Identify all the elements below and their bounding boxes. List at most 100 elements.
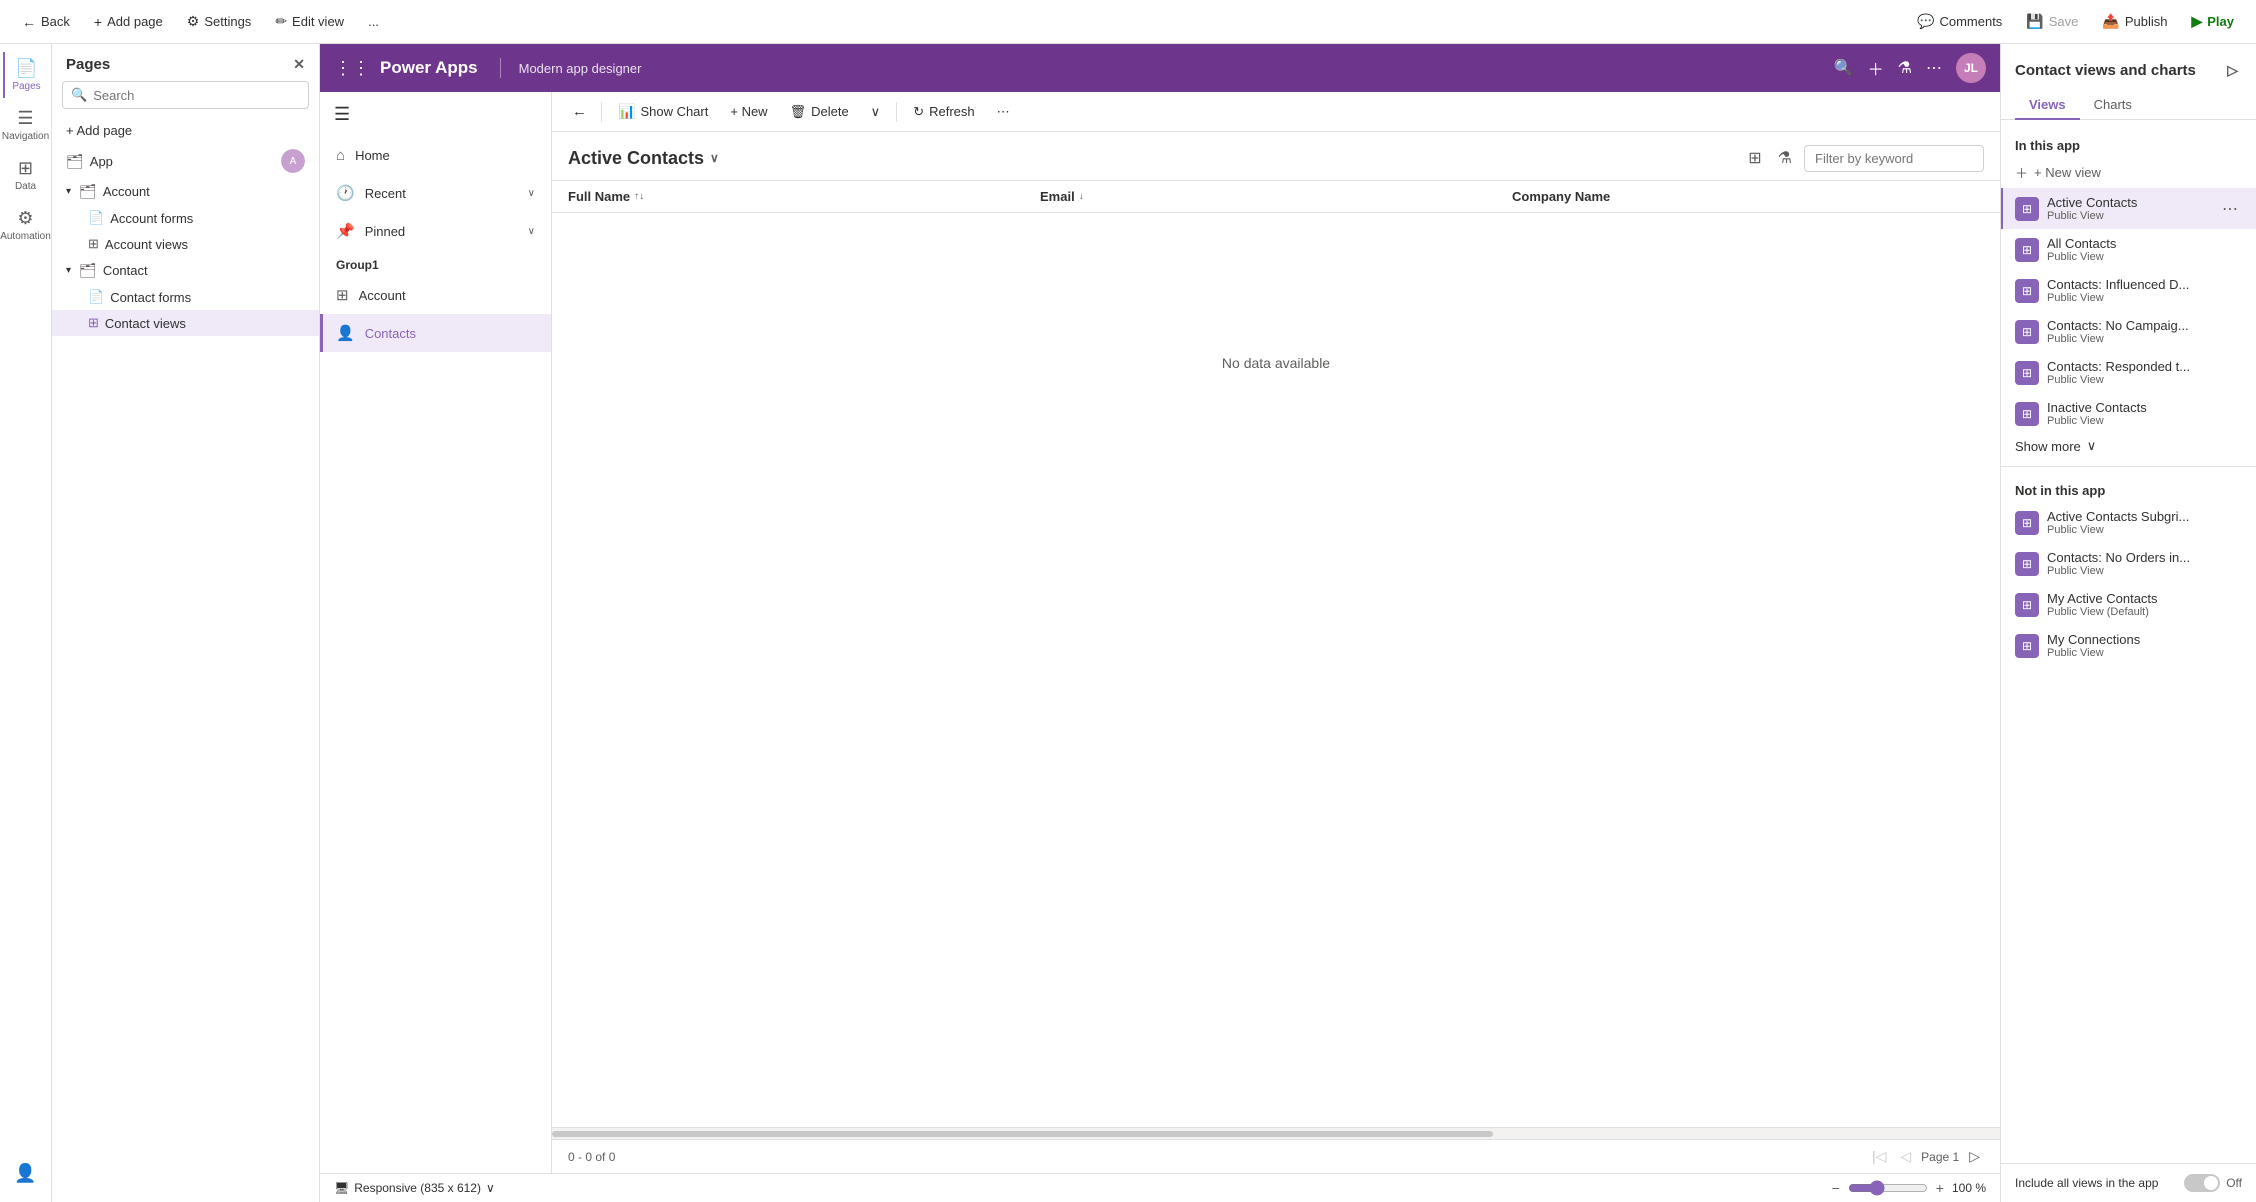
- nav-item-account[interactable]: ⊞ Account: [320, 276, 551, 314]
- tab-charts[interactable]: Charts: [2080, 91, 2146, 120]
- view-filter-icon[interactable]: ⚗: [1774, 144, 1796, 172]
- view-item-my-active-contacts[interactable]: ⊞ My Active Contacts Public View (Defaul…: [2001, 584, 2256, 625]
- page-first-button[interactable]: |◁: [1868, 1146, 1890, 1167]
- tree-item-contact-views[interactable]: ⊞ Contact views: [52, 310, 319, 336]
- publish-label: Publish: [2125, 14, 2168, 29]
- app-grid-icon[interactable]: ⋮⋮: [334, 58, 370, 79]
- new-view-button[interactable]: ＋ + New view: [2001, 157, 2256, 188]
- search-header-icon[interactable]: 🔍: [1834, 58, 1854, 78]
- sidebar-item-navigation[interactable]: ☰ Navigation: [4, 102, 48, 148]
- content-toolbar: ← 📊 Show Chart + New 🗑 Delete ∨: [552, 92, 2000, 132]
- view-list-text: Active Contacts Public View: [2047, 195, 2210, 222]
- sidebar-item-pages[interactable]: 📄 Pages: [3, 52, 49, 98]
- view-item-contacts-responded[interactable]: ⊞ Contacts: Responded t... Public View ⋯: [2001, 352, 2256, 393]
- sidebar-item-automation[interactable]: ⚙ Automation: [4, 202, 48, 248]
- hamburger-icon[interactable]: ☰: [320, 92, 551, 137]
- delete-button[interactable]: 🗑 Delete: [780, 99, 859, 125]
- add-header-icon[interactable]: ＋: [1868, 56, 1884, 80]
- scroll-bar-area[interactable]: [552, 1127, 2000, 1139]
- view-item-all-contacts[interactable]: ⊞ All Contacts Public View ⋯: [2001, 229, 2256, 270]
- settings-button[interactable]: ⚙ Settings: [177, 9, 262, 34]
- nav-item-home[interactable]: ⌂ Home: [320, 137, 551, 174]
- zoom-out-button[interactable]: −: [1832, 1180, 1840, 1196]
- add-page-button[interactable]: + Add page: [84, 10, 173, 34]
- refresh-button[interactable]: ↻ Refresh: [903, 99, 984, 125]
- close-icon[interactable]: ✕: [293, 56, 305, 73]
- zoom-in-button[interactable]: +: [1936, 1180, 1944, 1196]
- filter-input[interactable]: [1804, 145, 1984, 172]
- publish-button[interactable]: 📤 Publish: [2092, 9, 2177, 34]
- sidebar-item-person[interactable]: 👤: [4, 1157, 48, 1190]
- add-page-tree-button[interactable]: + Add page: [52, 117, 319, 144]
- edit-icon: ✏: [275, 13, 287, 30]
- save-button[interactable]: 💾 Save: [2016, 9, 2088, 34]
- tree-item-contact-forms[interactable]: 📄 Contact forms: [52, 284, 319, 310]
- right-panel-expand-icon[interactable]: ▷: [2223, 58, 2242, 83]
- tree-item-account-views[interactable]: ⊞ Account views: [52, 231, 319, 257]
- view-item-dots-icon[interactable]: ⋯: [2218, 199, 2242, 219]
- more-options-button[interactable]: ...: [358, 10, 389, 33]
- view-grid-icon-4: ⊞: [2015, 320, 2039, 344]
- table-header: Full Name ↑↓ Email ↓ Company Name: [552, 181, 2000, 213]
- more-header-icon[interactable]: ⋯: [1926, 58, 1942, 78]
- col-full-name[interactable]: Full Name ↑↓: [568, 189, 1040, 204]
- view-title-chevron-icon[interactable]: ∨: [710, 151, 719, 165]
- edit-view-label: Edit view: [292, 14, 344, 29]
- pinned-icon: 📌: [336, 222, 355, 240]
- contact-views-icon: ⊞: [88, 315, 99, 331]
- filter-header-icon[interactable]: ⚗: [1898, 58, 1912, 78]
- new-record-button[interactable]: + New: [720, 99, 777, 124]
- nav-item-pinned[interactable]: 📌 Pinned ∨: [320, 212, 551, 250]
- view-item-contacts-influenced[interactable]: ⊞ Contacts: Influenced D... Public View …: [2001, 270, 2256, 311]
- active-contacts-sub: Public View: [2047, 210, 2210, 222]
- tree-item-app[interactable]: 🗂 App A: [52, 144, 319, 178]
- save-label: Save: [2049, 14, 2079, 29]
- search-input[interactable]: [93, 88, 300, 103]
- tree-item-account-forms[interactable]: 📄 Account forms: [52, 205, 319, 231]
- col-company[interactable]: Company Name: [1512, 189, 1984, 204]
- view-item-active-contacts[interactable]: ⊞ Active Contacts Public View ⋯: [2001, 188, 2256, 229]
- include-views-toggle[interactable]: [2184, 1174, 2220, 1192]
- view-toggle-icon[interactable]: ⊞: [1744, 144, 1765, 172]
- view-item-my-connections[interactable]: ⊞ My Connections Public View ⋯: [2001, 625, 2256, 666]
- view-item-contacts-no-orders[interactable]: ⊞ Contacts: No Orders in... Public View …: [2001, 543, 2256, 584]
- nav-item-recent[interactable]: 🕐 Recent ∨: [320, 174, 551, 212]
- more-toolbar-button[interactable]: ⋯: [987, 99, 1020, 125]
- view-item-inactive-contacts[interactable]: ⊞ Inactive Contacts Public View ⋯: [2001, 393, 2256, 434]
- back-button[interactable]: ← Back: [12, 10, 80, 34]
- col-email[interactable]: Email ↓: [1040, 189, 1512, 204]
- app-nav: ☰ ⌂ Home 🕐 Recent ∨ 📌 Pinned ∨ Group1: [320, 92, 552, 1173]
- comments-button[interactable]: 💬 Comments: [1907, 9, 2012, 34]
- view-item-active-contacts-subgrid[interactable]: ⊞ Active Contacts Subgri... Public View …: [2001, 502, 2256, 543]
- play-button[interactable]: ▶ Play: [2181, 9, 2244, 34]
- add-page-label: Add page: [107, 14, 163, 29]
- tree-item-contact[interactable]: ▾ 🗂 Contact: [52, 257, 319, 284]
- nav-item-contacts[interactable]: 👤 Contacts: [320, 314, 551, 352]
- page-label: Page 1: [1921, 1150, 1959, 1164]
- toolbar-back-icon[interactable]: ←: [564, 98, 595, 125]
- app-tree-icon: 🗂: [66, 153, 84, 170]
- scroll-bar-track: [552, 1131, 1493, 1137]
- show-more-button[interactable]: Show more ∨: [2001, 434, 2256, 458]
- play-icon: ▶: [2191, 13, 2202, 30]
- top-bar-right: 💬 Comments 💾 Save 📤 Publish ▶ Play: [1907, 9, 2244, 34]
- more-toolbar-icon: ⋯: [997, 104, 1010, 120]
- contacts-no-campaign-name: Contacts: No Campaig...: [2047, 318, 2210, 333]
- view-list-text-5: Contacts: Responded t... Public View: [2047, 359, 2210, 386]
- edit-view-button[interactable]: ✏ Edit view: [265, 9, 354, 34]
- chevron-down-icon: ▾: [66, 186, 71, 197]
- show-chart-button[interactable]: 📊 Show Chart: [608, 98, 718, 125]
- in-this-app-label: In this app: [2001, 130, 2256, 157]
- tree-item-account[interactable]: ▾ 🗂 Account: [52, 178, 319, 205]
- chevron-down-button[interactable]: ∨: [861, 99, 891, 125]
- view-item-contacts-no-campaign[interactable]: ⊞ Contacts: No Campaig... Public View ⋯: [2001, 311, 2256, 352]
- tab-views[interactable]: Views: [2015, 91, 2080, 120]
- zoom-slider[interactable]: [1848, 1180, 1928, 1196]
- page-next-button[interactable]: ▷: [1965, 1146, 1984, 1167]
- user-avatar[interactable]: JL: [1956, 53, 1986, 83]
- search-box[interactable]: 🔍: [62, 81, 309, 109]
- right-panel-tabs: Views Charts: [2001, 83, 2256, 120]
- sidebar-item-data[interactable]: ⊞ Data: [4, 152, 48, 198]
- responsive-button[interactable]: 🖥 Responsive (835 x 612) ∨: [334, 1181, 495, 1195]
- page-prev-button[interactable]: ◁: [1896, 1146, 1915, 1167]
